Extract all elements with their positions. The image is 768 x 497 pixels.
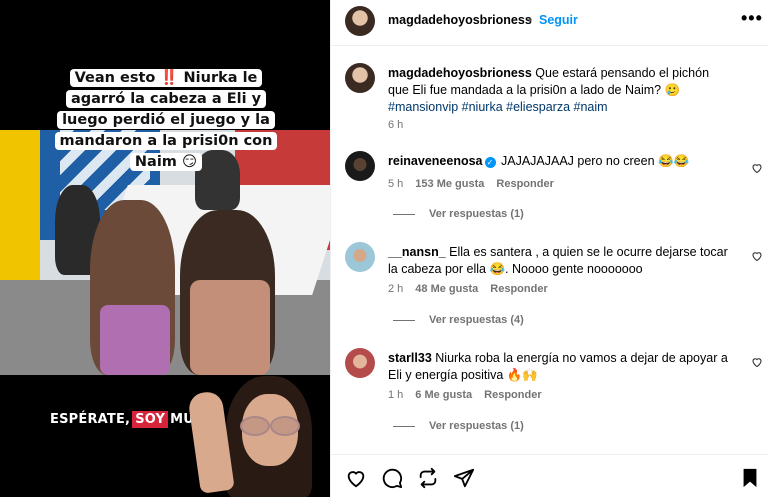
comment-time: 1 h	[388, 389, 404, 401]
follow-button[interactable]: Seguir	[539, 13, 578, 27]
heart-icon[interactable]	[751, 250, 763, 262]
caption-body: magdadehoyosbrioness Que estará pensando…	[388, 65, 728, 116]
comment-meta: 1 h 6 Me gusta Responder	[388, 389, 542, 401]
reply-button[interactable]: Responder	[496, 178, 553, 190]
avatar[interactable]	[345, 242, 375, 272]
heart-icon[interactable]	[345, 467, 367, 489]
repost-icon[interactable]	[417, 467, 439, 489]
sunglasses-icon	[240, 416, 300, 436]
view-replies-button[interactable]: Ver respuestas (1)	[393, 420, 524, 432]
comment-body: reinaveneenosa ✓ JAJAJAJAAJ pero no creen…	[388, 153, 728, 170]
comment-time: 5 h	[388, 178, 404, 190]
author-username[interactable]: magdadehoyosbrioness	[388, 13, 532, 27]
pointing-hand-icon	[187, 390, 235, 494]
post-media[interactable]: Vean esto ‼️ Niurka le agarró la cabeza …	[0, 0, 330, 497]
caption-hashtags[interactable]: #mansionvip #niurka #eliesparza #naim	[388, 100, 608, 114]
comment-text: JAJAJAJAAJ pero no creen 😂😂	[500, 154, 690, 168]
media-caption: Vean esto ‼️ Niurka le agarró la cabeza …	[46, 68, 286, 173]
author-username[interactable]: magdadehoyosbrioness	[388, 66, 532, 80]
comment-body: starll33 Niurka roba la energía no vamos…	[388, 350, 728, 384]
avatar[interactable]	[345, 151, 375, 181]
overlay-logo: ESPÉRATE, SOY MUY	[50, 411, 204, 428]
more-options-icon[interactable]: •••	[741, 8, 763, 29]
comment-icon[interactable]	[381, 467, 403, 489]
avatar[interactable]	[345, 348, 375, 378]
comment-username[interactable]: __nansn_	[388, 245, 446, 259]
creator-overlay-image	[187, 372, 324, 497]
action-bar	[331, 454, 768, 497]
heart-icon[interactable]	[751, 162, 763, 174]
divider	[393, 425, 415, 427]
heart-icon[interactable]	[751, 356, 763, 368]
divider	[393, 319, 415, 321]
comment-likes[interactable]: 48 Me gusta	[415, 283, 478, 295]
comment-body: __nansn_ Ella es santera , a quien se le…	[388, 244, 728, 278]
comment-text: Niurka roba la energía no vamos a dejar …	[388, 351, 728, 382]
reply-button[interactable]: Responder	[490, 283, 547, 295]
separator-dot: •	[528, 13, 533, 27]
comment-likes[interactable]: 153 Me gusta	[415, 178, 484, 190]
post-time: 6 h	[388, 119, 404, 131]
bookmark-icon[interactable]	[739, 467, 761, 489]
comment-meta: 2 h 48 Me gusta Responder	[388, 283, 548, 295]
avatar[interactable]	[345, 63, 375, 93]
comment-time: 2 h	[388, 283, 404, 295]
avatar[interactable]	[345, 6, 375, 36]
divider	[393, 213, 415, 215]
person-figure	[100, 305, 170, 375]
share-icon[interactable]	[453, 467, 475, 489]
view-replies-button[interactable]: Ver respuestas (4)	[393, 314, 524, 326]
comment-meta: 5 h 153 Me gusta Responder	[388, 178, 554, 190]
post-header: magdadehoyosbrioness • Seguir •••	[331, 0, 768, 46]
verified-badge-icon: ✓	[484, 157, 496, 168]
reply-button[interactable]: Responder	[484, 389, 541, 401]
comment-likes[interactable]: 6 Me gusta	[415, 389, 472, 401]
person-figure	[190, 280, 270, 375]
comment-username[interactable]: reinaveneenosa	[388, 154, 483, 168]
post-side-panel: magdadehoyosbrioness • Seguir ••• magdad…	[330, 0, 768, 497]
comments-list[interactable]: magdadehoyosbrioness Que estará pensando…	[331, 47, 768, 454]
comment-username[interactable]: starll33	[388, 351, 432, 365]
view-replies-button[interactable]: Ver respuestas (1)	[393, 208, 524, 220]
